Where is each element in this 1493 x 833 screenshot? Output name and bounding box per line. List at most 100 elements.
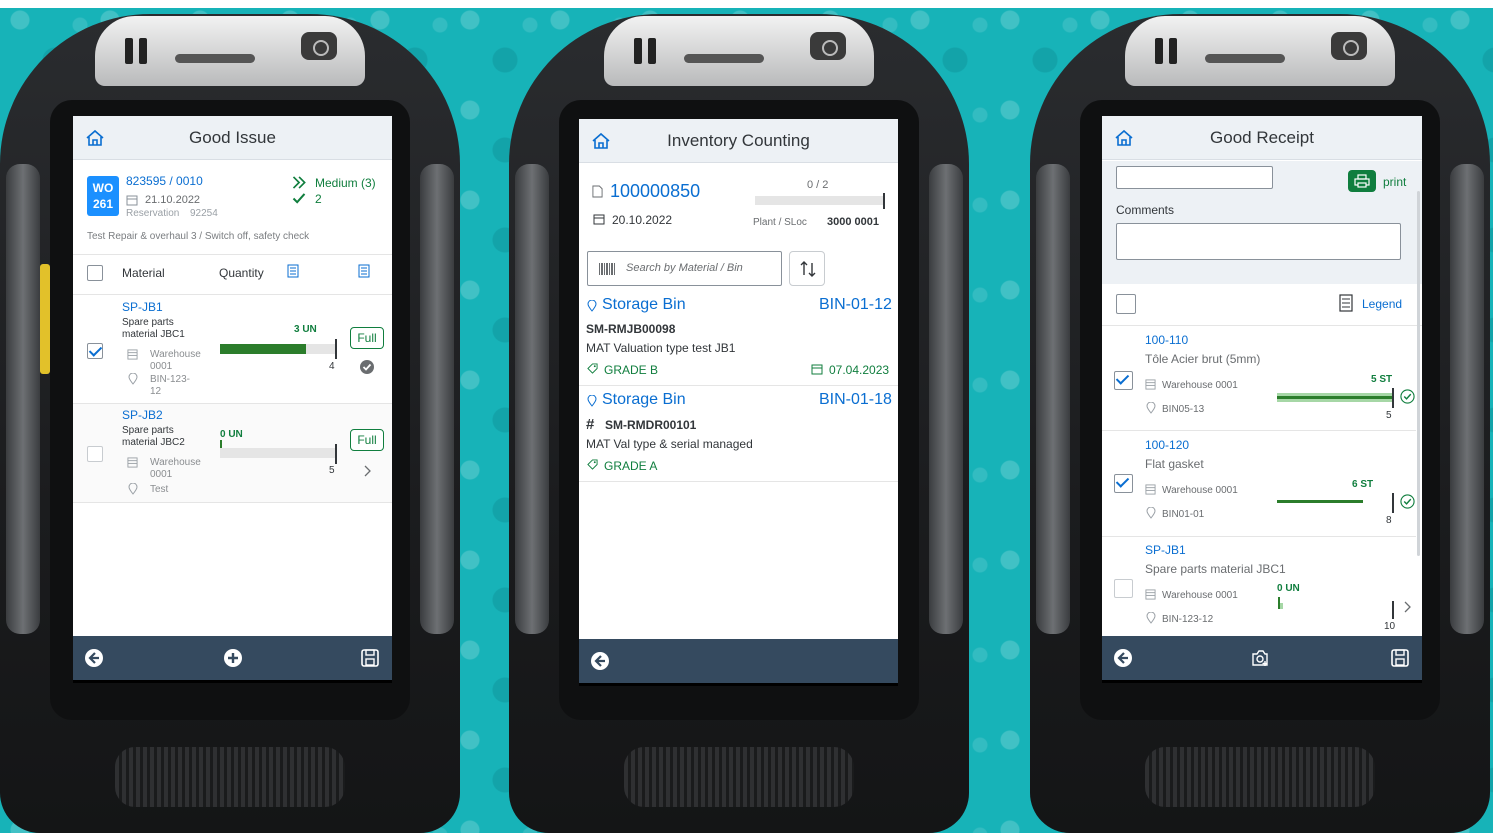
check-circle-icon: [1400, 389, 1415, 404]
target-quantity: 8: [1386, 515, 1392, 526]
target-quantity: 10: [1384, 621, 1396, 632]
back-icon[interactable]: [590, 651, 610, 671]
quantity-bar: [1277, 499, 1392, 505]
page-title: Inventory Counting: [667, 131, 810, 150]
item-id[interactable]: SP-JB1: [122, 300, 163, 314]
add-icon[interactable]: [223, 648, 243, 668]
power-button[interactable]: [1331, 32, 1367, 60]
calendar-icon: [593, 214, 605, 225]
power-button[interactable]: [810, 32, 846, 60]
list-item[interactable]: SP-JB2 Spare parts material JBC2 Warehou…: [73, 404, 392, 502]
count-progress-bar: [755, 196, 885, 205]
list-item[interactable]: 100-120 Flat gasket Warehouse 0001 BIN01…: [1102, 431, 1416, 536]
quantity-label: 3 UN: [294, 324, 317, 335]
barcode-icon: [599, 263, 615, 275]
search-input[interactable]: Search by Material / Bin: [587, 251, 782, 286]
text-field[interactable]: [1116, 166, 1273, 189]
bin: BIN-123-12: [1162, 614, 1214, 625]
legend-label[interactable]: Legend: [1362, 297, 1402, 311]
full-button[interactable]: Full: [350, 327, 384, 349]
grade-value: GRADE B: [604, 363, 659, 377]
select-all-checkbox[interactable]: [87, 265, 103, 281]
print-button[interactable]: [1348, 170, 1376, 192]
expiry-date: 07.04.2023: [829, 363, 890, 377]
target-quantity: 5: [1386, 410, 1392, 421]
material-description: MAT Valuation type test JB1: [586, 341, 736, 355]
print-icon: [1354, 174, 1370, 188]
footer-toolbar: [73, 636, 392, 680]
chevron-right-icon[interactable]: [364, 465, 372, 477]
list-item[interactable]: Storage Bin BIN-01-18 # SM-RMDR00101 MAT…: [579, 386, 898, 481]
back-icon[interactable]: [1113, 648, 1133, 668]
item-description: Tôle Acier brut (5mm): [1145, 352, 1261, 366]
serial-hash-icon: #: [586, 416, 595, 433]
search-placeholder: Search by Material / Bin: [626, 262, 743, 274]
quantity-label: 6 ST: [1352, 479, 1374, 490]
comments-field[interactable]: [1116, 223, 1401, 260]
android-nav-bar: [579, 683, 898, 686]
quantity-bar-fill: [1277, 396, 1392, 399]
legend-icon[interactable]: [1339, 294, 1353, 312]
done-count: 2: [315, 192, 322, 206]
bin-value[interactable]: BIN-01-12: [819, 296, 892, 314]
bin-value[interactable]: BIN-01-18: [819, 391, 892, 409]
speaker-grille: [115, 747, 345, 807]
material-description: MAT Val type & serial managed: [586, 437, 753, 451]
chevron-right-icon[interactable]: [1404, 601, 1412, 613]
speaker-grille: [624, 747, 854, 807]
item-checkbox[interactable]: [87, 446, 103, 462]
print-label[interactable]: print: [1383, 175, 1406, 189]
top-border: [0, 0, 1493, 8]
sort-button[interactable]: [789, 251, 825, 286]
warehouse-icon: [1145, 589, 1156, 600]
legend-icon[interactable]: [358, 264, 370, 278]
legend-icon[interactable]: [287, 264, 299, 278]
document-number[interactable]: 100000850: [610, 181, 700, 202]
plant-value: 3000 0001: [827, 216, 879, 228]
check-circle-icon: [1400, 494, 1415, 509]
material-number: SM-RMJB00098: [586, 322, 676, 336]
item-checkbox[interactable]: [1114, 371, 1133, 390]
speaker-grille: [1145, 747, 1375, 807]
back-icon[interactable]: [84, 648, 104, 668]
full-button[interactable]: Full: [350, 429, 384, 451]
camera-icon[interactable]: [1250, 648, 1270, 668]
item-description: Flat gasket: [1145, 457, 1204, 471]
item-checkbox[interactable]: [1114, 579, 1133, 598]
sort-icon: [800, 261, 816, 277]
item-id[interactable]: 100-110: [1145, 333, 1188, 347]
item-id[interactable]: SP-JB2: [122, 408, 163, 422]
select-all-checkbox[interactable]: [1116, 294, 1136, 314]
order-date: 21.10.2022: [145, 194, 201, 206]
reservation-label: Reservation: [126, 208, 180, 219]
screen-good-issue: Good Issue WO 261 823595 / 0010 21.10.20…: [73, 116, 392, 683]
footer-toolbar: [579, 639, 898, 683]
list-item[interactable]: 100-110 Tôle Acier brut (5mm) Warehouse …: [1102, 326, 1416, 430]
quantity-bar: [1277, 393, 1392, 402]
target-quantity: 5: [329, 465, 335, 476]
android-nav-bar: [1102, 680, 1422, 683]
power-button[interactable]: [301, 32, 337, 60]
android-nav-bar: [73, 680, 392, 683]
shell-bar: Good Issue: [73, 116, 392, 160]
grade-value: GRADE A: [604, 459, 658, 473]
save-icon[interactable]: [1390, 648, 1410, 668]
item-checkbox[interactable]: [1114, 474, 1133, 493]
list-item[interactable]: SP-JB1 Spare parts material JBC1 Warehou…: [73, 295, 392, 403]
check-icon: [292, 193, 306, 204]
item-checkbox[interactable]: [87, 343, 103, 359]
item-id[interactable]: SP-JB1: [1145, 543, 1186, 557]
bin: BIN05-13: [1162, 404, 1205, 415]
save-icon[interactable]: [360, 648, 380, 668]
column-quantity: Quantity: [219, 266, 264, 280]
comments-label: Comments: [1116, 203, 1175, 217]
screen-good-receipt: Good Receipt print Comments Legend 100-1…: [1102, 116, 1422, 683]
list-item[interactable]: Storage Bin BIN-01-12 SM-RMJB00098 MAT V…: [579, 291, 898, 385]
warehouse: Warehouse 0001: [1162, 380, 1238, 391]
item-id[interactable]: 100-120: [1145, 438, 1189, 452]
order-number[interactable]: 823595 / 0010: [126, 174, 203, 188]
grade-icon: [587, 459, 598, 470]
document-icon: [592, 185, 603, 198]
list-item[interactable]: SP-JB1 Spare parts material JBC1 Warehou…: [1102, 537, 1416, 636]
scrollbar[interactable]: [1417, 191, 1420, 556]
